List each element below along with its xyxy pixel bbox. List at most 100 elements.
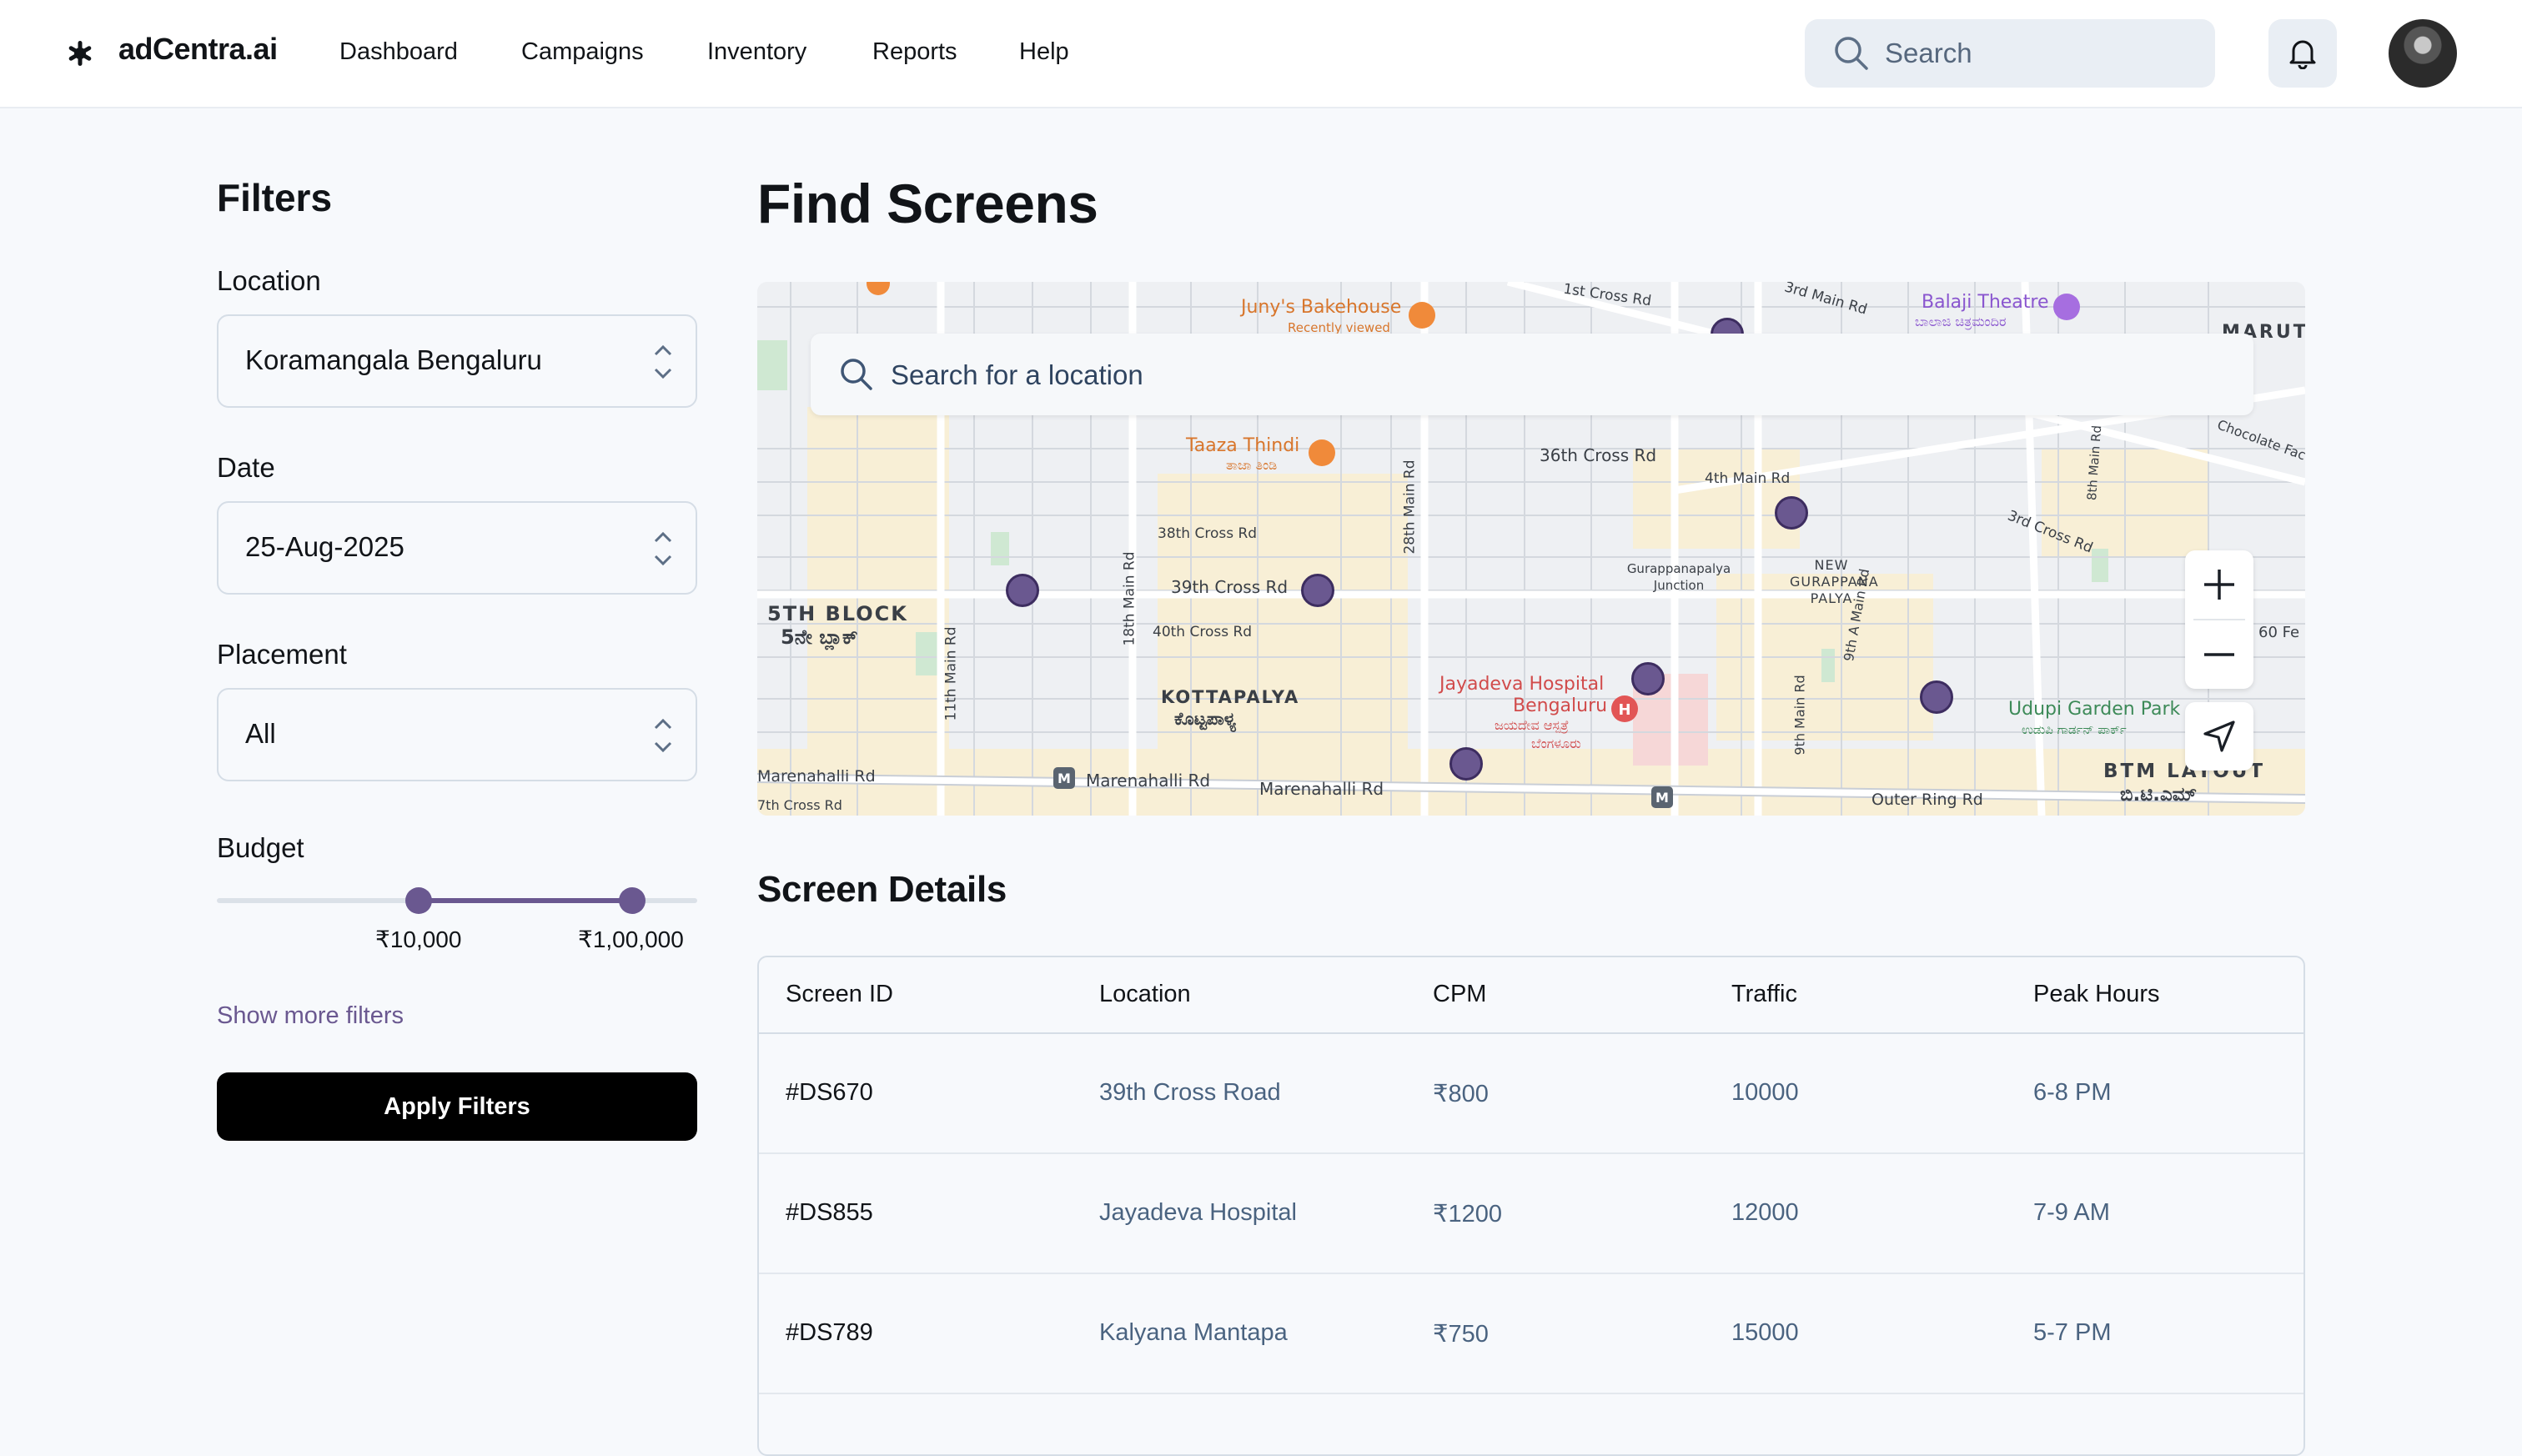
map-search-input[interactable] (891, 355, 2142, 395)
map-label-4th-main: 4th Main Rd (1705, 470, 1791, 487)
screen-marker[interactable] (1006, 574, 1039, 607)
svg-text:M: M (1058, 771, 1071, 786)
cell-peak-hours: 6-8 PM (2033, 1079, 2112, 1106)
cell-screen-id: #DS670 (786, 1079, 873, 1106)
cell-location[interactable]: Jayadeva Hospital (1099, 1199, 1297, 1227)
budget-slider-range (419, 898, 632, 903)
show-more-filters-link[interactable]: Show more filters (217, 1002, 404, 1030)
map-label-junys: Juny's Bakehouse (1241, 297, 1402, 318)
screen-marker[interactable] (1449, 747, 1483, 781)
map-label-11th-main: 11th Main Rd (942, 626, 960, 721)
svg-text:M: M (1655, 790, 1669, 806)
cell-cpm: ₹750 (1433, 1321, 1489, 1348)
nav-dashboard[interactable]: Dashboard (339, 38, 458, 66)
global-search (1805, 19, 2215, 88)
screen-marker[interactable] (1920, 680, 1953, 714)
map-label-60-feet: 60 Fe (2258, 624, 2300, 641)
budget-max-value: ₹1,00,000 (578, 926, 684, 952)
map-label-40th-cross: 40th Cross Rd (1153, 624, 1253, 640)
screen-marker[interactable] (1775, 496, 1808, 530)
budget-min-value: ₹10,000 (375, 926, 462, 952)
zoom-out-button[interactable] (2185, 620, 2253, 689)
map-label-udupi-kn: ಉಡುಪಿ ಗಾರ್ಡನ್ ಪಾರ್ಕ್ (2022, 722, 2127, 737)
column-header-cpm[interactable]: CPM (1433, 981, 1486, 1008)
map-label-taaza-kn: ತಾಜಾ ತಿಂಡಿ (1226, 457, 1278, 473)
location-select-value: Koramangala Bengaluru (245, 344, 542, 375)
user-avatar[interactable] (2389, 19, 2457, 88)
screen-details-title: Screen Details (757, 869, 1007, 910)
table-row[interactable]: #DS789 Kalyana Mantapa ₹750 15000 5-7 PM (759, 1274, 2303, 1394)
bell-icon (2289, 40, 2316, 69)
my-location-button[interactable] (2185, 702, 2253, 771)
screen-marker[interactable] (1301, 574, 1334, 607)
column-header-location[interactable]: Location (1099, 981, 1191, 1008)
nav-campaigns[interactable]: Campaigns (521, 38, 644, 66)
budget-max-handle[interactable] (619, 887, 646, 914)
cell-traffic: 12000 (1731, 1199, 1799, 1226)
date-select-value: 25-Aug-2025 (245, 531, 404, 562)
map-label-5th-block: 5TH BLOCK (767, 602, 908, 625)
map-label-taaza: Taaza Thindi (1186, 435, 1300, 456)
screen-marker[interactable] (1631, 662, 1665, 695)
map-label-jayadeva: Jayadeva Hospital (1439, 674, 1605, 695)
page-title: Find Screens (757, 173, 1098, 234)
budget-min-handle[interactable] (405, 887, 432, 914)
placement-select[interactable]: All (217, 688, 697, 781)
top-navigation-bar: adCentra.ai Dashboard Campaigns Inventor… (0, 0, 2522, 108)
cell-traffic: 15000 (1731, 1319, 1799, 1346)
map-label-kottapalya-kn: ಕೊಟ್ಟಪಾಳ್ಯ (1174, 709, 1237, 729)
map-label-jayadeva-kn-2: ಬೆಂಗಳೂರು (1531, 736, 1581, 751)
cell-cpm: ₹1200 (1433, 1201, 1502, 1228)
cell-location[interactable]: Kalyana Mantapa (1099, 1319, 1288, 1347)
map-label-gurappanapalya-junction: Gurappanapalya Junction (1626, 561, 1731, 593)
map-label-btm-kn: ಬಿ.ಟಿ.ಎಮ್ (2120, 784, 2198, 806)
svg-text:H: H (1618, 701, 1630, 719)
column-header-traffic[interactable]: Traffic (1731, 981, 1797, 1008)
notifications-button[interactable] (2268, 19, 2337, 88)
location-select[interactable]: Koramangala Bengaluru (217, 314, 697, 408)
map-label-kottapalya: KOTTAPALYA (1161, 687, 1300, 707)
column-header-peak-hours[interactable]: Peak Hours (2033, 981, 2160, 1008)
table-row[interactable]: #DS670 39th Cross Road ₹800 10000 6-8 PM (759, 1034, 2303, 1154)
nav-reports[interactable]: Reports (872, 38, 957, 66)
screen-details-table: Screen ID Location CPM Traffic Peak Hour… (757, 956, 2305, 1456)
map-label-marenahalli-2: Marenahalli Rd (1086, 771, 1211, 791)
nav-help[interactable]: Help (1019, 38, 1069, 66)
navigation-arrow-icon (2203, 720, 2235, 752)
global-search-input[interactable] (1885, 33, 2193, 74)
cell-traffic: 10000 (1731, 1079, 1799, 1106)
minus-icon (2204, 653, 2234, 656)
map-label-balaji-kn: ಬಾಲಾಜಿ ಚಿತ್ರಮಂದಿರ (1915, 314, 2007, 329)
map-label-38th-cross: 38th Cross Rd (1158, 525, 1258, 542)
map-label-marenahalli-1: Marenahalli Rd (757, 767, 876, 786)
apply-filters-button[interactable]: Apply Filters (217, 1072, 697, 1141)
nav-inventory[interactable]: Inventory (707, 38, 806, 66)
budget-label: Budget (217, 832, 304, 863)
map-label-7th-cross: 7th Cross Rd (757, 797, 842, 813)
screens-map[interactable]: H M M Juny's Bakehouse Recently viewed B… (757, 282, 2305, 816)
map-label-39th-cross: 39th Cross Rd (1171, 577, 1289, 597)
map-label-5th-block-kn: 5ನೇ ಬ್ಲಾಕ್ (781, 625, 858, 649)
zoom-in-button[interactable] (2185, 550, 2253, 619)
up-down-chevron-icon (654, 344, 672, 379)
app-logo-text[interactable]: adCentra.ai (118, 32, 278, 67)
location-label: Location (217, 265, 321, 296)
cell-screen-id: #DS789 (786, 1319, 873, 1346)
column-header-screen-id[interactable]: Screen ID (786, 981, 893, 1008)
map-label-udupi: Udupi Garden Park (2008, 699, 2181, 720)
map-zoom-controls (2185, 550, 2253, 689)
up-down-chevron-icon (654, 531, 672, 566)
filters-title: Filters (217, 176, 333, 219)
asterisk-logo-icon (68, 41, 92, 66)
date-label: Date (217, 452, 275, 483)
cell-cpm: ₹800 (1433, 1081, 1489, 1107)
cell-location[interactable]: 39th Cross Road (1099, 1079, 1281, 1107)
map-label-36th-cross: 36th Cross Rd (1540, 445, 1657, 465)
search-icon (841, 359, 872, 390)
map-label-18th-main: 18th Main Rd (1121, 551, 1138, 646)
plus-icon (2204, 570, 2234, 600)
date-select[interactable]: 25-Aug-2025 (217, 501, 697, 595)
map-label-outer-ring: Outer Ring Rd (1871, 791, 1983, 809)
table-row[interactable]: #DS855 Jayadeva Hospital ₹1200 12000 7-9… (759, 1154, 2303, 1274)
map-label-jayadeva-kn: ಜಯದೇವ ಆಸ್ಪತ್ರೆ (1495, 717, 1569, 733)
